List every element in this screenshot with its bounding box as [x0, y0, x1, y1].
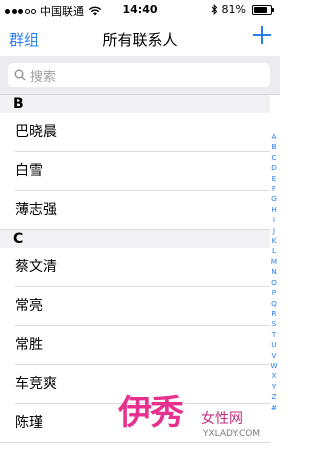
index-letter[interactable]: S [269, 319, 279, 329]
battery-icon [252, 4, 274, 15]
index-letter[interactable]: M [269, 257, 279, 267]
search-placeholder: 搜索 [30, 69, 57, 85]
index-letter[interactable]: U [269, 340, 279, 350]
index-letter[interactable]: J [269, 226, 279, 236]
index-letter[interactable]: R [269, 309, 279, 319]
watermark-url: YXLADY.COM [203, 429, 261, 439]
search-bar: 搜索 [0, 56, 280, 95]
watermark: 伊秀 女性网 YXLADY.COM [118, 385, 280, 454]
index-letter[interactable]: W [269, 361, 279, 371]
index-letter[interactable]: A [269, 132, 279, 142]
index-letter[interactable]: I [269, 215, 279, 225]
index-letter[interactable]: O [269, 278, 279, 288]
battery-fill [254, 6, 267, 13]
index-letter[interactable]: B [269, 142, 279, 152]
index-letter[interactable]: D [269, 163, 279, 173]
index-letter[interactable]: X [269, 371, 279, 381]
contact-row[interactable]: 常亮 [0, 287, 270, 326]
search-input[interactable]: 搜索 [8, 63, 270, 87]
section-index[interactable]: A B C D E F G H I J K L M N O P Q R S T U V W X Y Z # [269, 132, 279, 413]
section-header-b: B [0, 95, 270, 113]
add-contact-button[interactable] [253, 26, 271, 44]
index-letter[interactable]: K [269, 236, 279, 246]
contact-row[interactable]: 蔡文清 [0, 248, 270, 287]
index-letter[interactable]: H [269, 205, 279, 215]
index-letter[interactable]: T [269, 330, 279, 340]
index-letter[interactable]: F [269, 184, 279, 194]
navigation-bar: 群组 所有联系人 [0, 20, 280, 56]
battery-percent: 81% [221, 3, 246, 16]
watermark-text: 女性网 [201, 411, 243, 427]
status-right: 81% [211, 3, 274, 16]
index-letter[interactable]: G [269, 194, 279, 204]
page-title: 所有联系人 [102, 31, 178, 49]
index-letter[interactable]: N [269, 267, 279, 277]
contact-row[interactable]: 薄志强 [0, 191, 270, 230]
watermark-logo: 伊秀 [118, 393, 184, 433]
index-letter[interactable]: V [269, 351, 279, 361]
search-icon [14, 69, 26, 81]
index-letter[interactable]: Q [269, 299, 279, 309]
index-letter[interactable]: P [269, 288, 279, 298]
index-letter[interactable]: C [269, 153, 279, 163]
section-header-c: C [0, 230, 270, 248]
contact-row[interactable]: 白雪 [0, 152, 270, 191]
contact-row[interactable]: 常胜 [0, 326, 270, 365]
contact-row[interactable]: 巴晓晨 [0, 113, 270, 152]
index-letter[interactable]: E [269, 174, 279, 184]
status-bar: 中国联通 14:40 81% [0, 0, 280, 20]
index-letter[interactable]: L [269, 246, 279, 256]
bluetooth-icon [211, 4, 217, 15]
